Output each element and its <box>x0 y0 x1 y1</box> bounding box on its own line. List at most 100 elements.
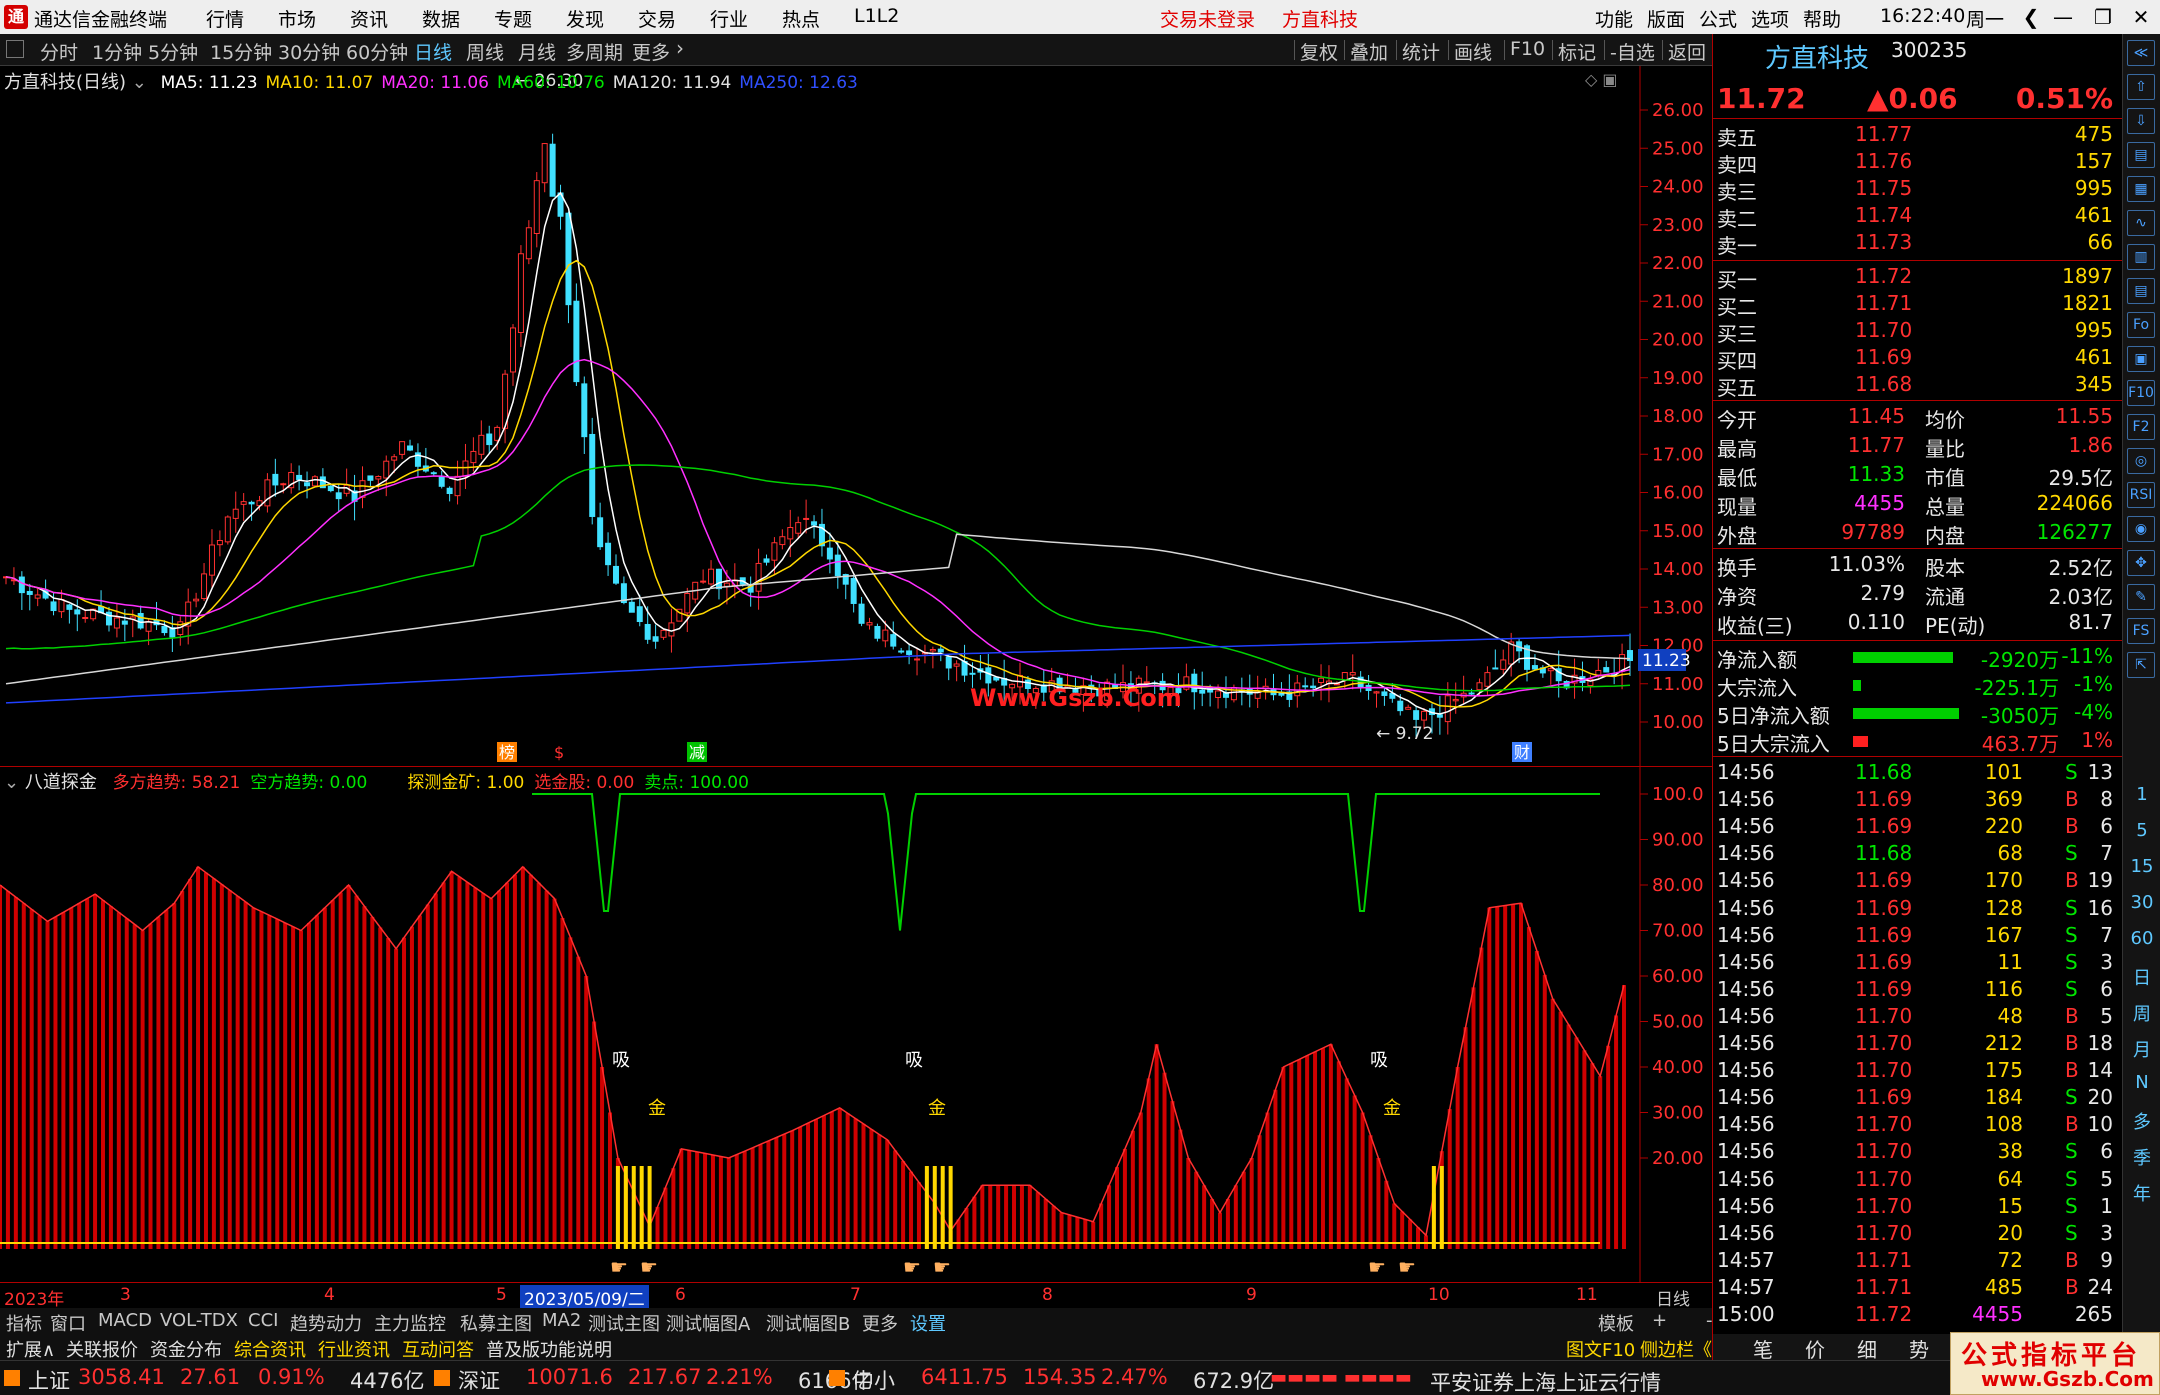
stat-row[interactable]: 最高 11.77 量比 1.86 <box>1717 433 2119 461</box>
indicator-tab[interactable]: 测试幅图B <box>766 1310 850 1336</box>
menu-item[interactable]: 发现 <box>566 5 604 32</box>
menu-item[interactable]: 行情 <box>206 5 244 32</box>
stock-alert[interactable]: 方直科技 <box>1282 5 1358 32</box>
ask-row[interactable]: 卖四 11.76 157 <box>1717 149 2119 177</box>
bid-row[interactable]: 买一 11.72 1897 <box>1717 264 2119 292</box>
menu-item[interactable]: 资讯 <box>350 5 388 32</box>
sidebar-toggle[interactable]: 侧边栏《 <box>1640 1336 1712 1362</box>
settings-icon[interactable]: ◇ ▣ <box>1585 70 1618 89</box>
tick-row[interactable]: 14:56 11.69 11 S 3 <box>1717 950 2119 977</box>
flow-row[interactable]: 大宗流入 -225.1万 -1% <box>1717 672 2119 700</box>
tick-row[interactable]: 14:56 11.70 38 S 6 <box>1717 1139 2119 1166</box>
bid-row[interactable]: 买三 11.70 995 <box>1717 318 2119 346</box>
stat-row[interactable]: 外盘 97789 内盘 126277 <box>1717 520 2119 548</box>
sidebar-period[interactable]: 1 <box>2129 784 2155 805</box>
tick-tab[interactable]: 细 <box>1857 1334 1877 1363</box>
table-icon[interactable]: ▤ <box>2127 278 2155 304</box>
f2-icon[interactable]: F2 <box>2127 414 2155 440</box>
tick-row[interactable]: 14:56 11.68 68 S 7 <box>1717 841 2119 868</box>
indicator-tab[interactable]: 测试幅图A <box>666 1310 750 1336</box>
stat-row[interactable]: 现量 4455 总量 224066 <box>1717 491 2119 519</box>
minimize-icon[interactable]: — <box>2044 2 2082 32</box>
info-tab[interactable]: 综合资讯 <box>234 1336 306 1362</box>
indicator-tab[interactable]: 趋势动力 <box>290 1310 362 1336</box>
login-alert[interactable]: 交易未登录 <box>1160 5 1255 32</box>
event-marker-label[interactable]: 财 <box>1514 743 1530 762</box>
toolbar-button[interactable]: 叠加 <box>1350 38 1388 65</box>
indicator-tab[interactable]: 测试主图 <box>588 1310 660 1336</box>
sidebar-period[interactable]: 15 <box>2129 856 2155 877</box>
bell-icon[interactable]: ◉ <box>2127 516 2155 542</box>
restore-icon[interactable]: ❐ <box>2084 2 2122 32</box>
flow-row[interactable]: 5日大宗流入 463.7万 1% <box>1717 728 2119 756</box>
toolbar-button[interactable]: -自选 <box>1610 38 1655 65</box>
flow-row[interactable]: 净流入额 -2920万 -11% <box>1717 644 2119 672</box>
down-arrow-icon[interactable]: ⇩ <box>2127 108 2155 134</box>
doc-icon[interactable]: ▣ <box>2127 346 2155 372</box>
close-icon[interactable]: ✕ <box>2122 2 2160 32</box>
circle-icon[interactable]: ◎ <box>2127 448 2155 474</box>
indicator-tab[interactable]: MACD <box>98 1310 152 1331</box>
stat-row[interactable]: 今开 11.45 均价 11.55 <box>1717 404 2119 432</box>
event-marker-label[interactable]: $ <box>554 743 564 762</box>
f10-tab[interactable]: 图文F10 <box>1566 1336 1635 1362</box>
period-tab[interactable]: 30分钟 <box>278 38 340 65</box>
tick-row[interactable]: 14:56 11.70 20 S 3 <box>1717 1221 2119 1248</box>
panel-toggle-icon[interactable] <box>6 40 24 58</box>
period-tab[interactable]: 15分钟 <box>210 38 272 65</box>
info-tab[interactable]: 资金分布 <box>150 1336 222 1362</box>
indicator-tab[interactable]: VOL-TDX <box>160 1310 238 1331</box>
indicator-tab[interactable]: 指标 <box>6 1310 42 1336</box>
tick-row[interactable]: 14:56 11.70 175 B 14 <box>1717 1058 2119 1085</box>
toolbar-button[interactable]: F10 <box>1510 38 1545 60</box>
tick-row[interactable]: 14:56 11.69 170 B 19 <box>1717 868 2119 895</box>
indicator-chart[interactable]: 100.0 90.00 80.00 70.00 60.00 50.00 40.00 30.00… <box>0 766 1712 1282</box>
ask-row[interactable]: 卖三 11.75 995 <box>1717 176 2119 204</box>
indicator-tab[interactable]: MA2 <box>542 1310 581 1331</box>
tick-row[interactable]: 15:00 11.72 4455 265 <box>1717 1302 2119 1329</box>
indicator-tab[interactable]: 窗口 <box>50 1310 86 1336</box>
info-tab[interactable]: 扩展∧ <box>6 1336 55 1362</box>
tick-row[interactable]: 14:57 11.71 485 B 24 <box>1717 1275 2119 1302</box>
right-menu-item[interactable]: 选项 <box>1751 5 1789 32</box>
toolbar-button[interactable]: 标记 <box>1558 38 1596 65</box>
tick-row[interactable]: 14:56 11.70 64 S 5 <box>1717 1167 2119 1194</box>
info-tab[interactable]: 普及版功能说明 <box>486 1336 612 1362</box>
rsi-icon[interactable]: RSI <box>2127 482 2155 508</box>
tick-row[interactable]: 14:56 11.70 48 B 5 <box>1717 1004 2119 1031</box>
menu-item[interactable]: 行业 <box>710 5 748 32</box>
toolbar-button[interactable]: 返回 <box>1668 38 1706 65</box>
line-chart-icon[interactable]: ∿ <box>2127 210 2155 236</box>
event-marker-label[interactable]: 榜 <box>499 743 515 762</box>
indicator-tab[interactable]: CCI <box>248 1310 278 1331</box>
menu-item[interactable]: 热点 <box>782 5 820 32</box>
indicator-tab[interactable]: 更多 <box>862 1310 898 1336</box>
menu-item[interactable]: 数据 <box>422 5 460 32</box>
tab-right-button[interactable]: + <box>1652 1310 1667 1331</box>
info-tab[interactable]: 关联报价 <box>66 1336 138 1362</box>
tab-right-button[interactable]: 模板 <box>1598 1310 1634 1336</box>
ask-row[interactable]: 卖一 11.73 66 <box>1717 230 2119 258</box>
chevron-down-icon[interactable]: ⌄ <box>4 772 19 793</box>
ask-row[interactable]: 卖二 11.74 461 <box>1717 203 2119 231</box>
indicator-tab[interactable]: 设置 <box>910 1310 946 1336</box>
period-tab[interactable]: 周线 <box>466 38 504 65</box>
ask-row[interactable]: 卖五 11.77 475 <box>1717 122 2119 150</box>
sidebar-period[interactable]: 日 <box>2129 964 2155 990</box>
menu-item[interactable]: 专题 <box>494 5 532 32</box>
sidebar-period[interactable]: 5 <box>2129 820 2155 841</box>
sidebar-period[interactable]: 月 <box>2129 1036 2155 1062</box>
bid-row[interactable]: 买五 11.68 345 <box>1717 372 2119 400</box>
stat-row[interactable]: 收益(三) 0.110 PE(动) 81.7 <box>1717 610 2119 638</box>
period-tab[interactable]: 月线 <box>518 38 556 65</box>
pen-icon[interactable]: ✎ <box>2127 584 2155 610</box>
menu-item[interactable]: L1L2 <box>854 5 899 27</box>
tick-row[interactable]: 14:56 11.69 220 B 6 <box>1717 814 2119 841</box>
tick-row[interactable]: 14:56 11.69 369 B 8 <box>1717 787 2119 814</box>
quote-price[interactable]: 11.72 ▲0.06 0.51% <box>1717 82 2119 115</box>
bid-row[interactable]: 买二 11.71 1821 <box>1717 291 2119 319</box>
sidebar-period[interactable]: N <box>2129 1072 2155 1093</box>
period-tab[interactable]: 日线 <box>414 38 452 65</box>
quote-title[interactable]: 方直科技 300235 <box>1717 38 2119 74</box>
tick-tab[interactable]: 势 <box>1909 1334 1929 1363</box>
